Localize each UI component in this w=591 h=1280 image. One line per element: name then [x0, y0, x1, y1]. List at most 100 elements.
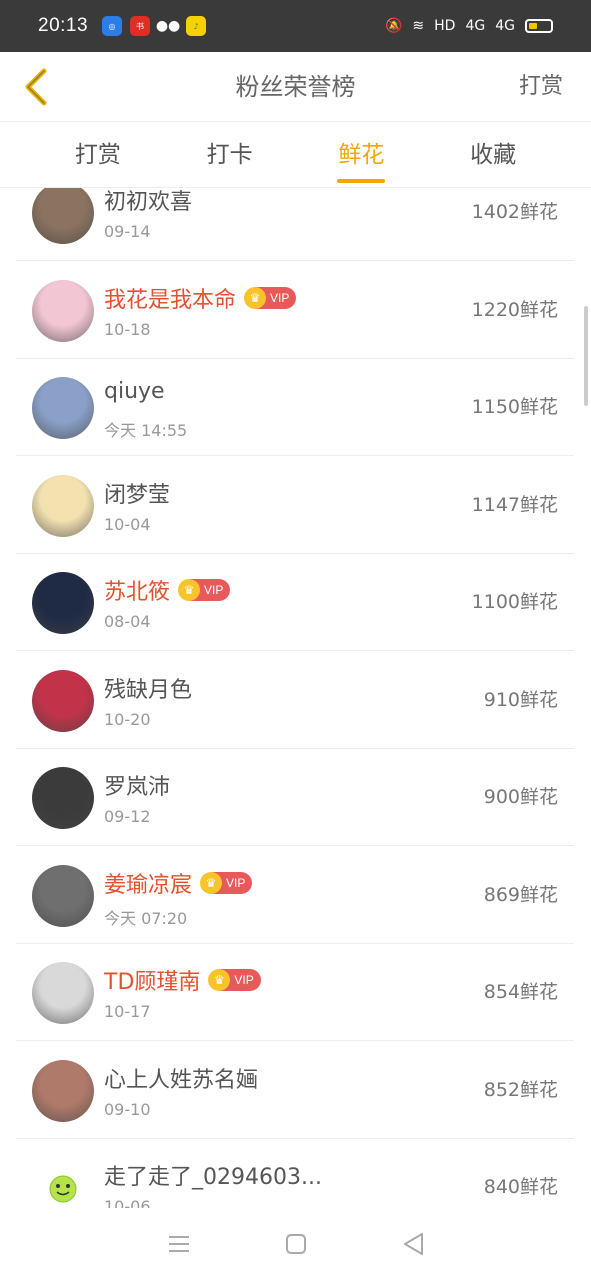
wifi-icon: ≋ [412, 18, 425, 34]
crown-icon: ♛ [178, 579, 201, 601]
vip-label: VIP [234, 973, 254, 987]
tab-flowers[interactable]: 鲜花 [296, 122, 428, 187]
fan-name: 闭梦莹 [104, 482, 171, 508]
vip-badge: ♛ VIP [208, 969, 261, 991]
redbook-app-icon: 书 [130, 16, 151, 36]
fan-date: 08-04 [104, 612, 151, 631]
scrollbar[interactable] [584, 306, 588, 406]
flower-amount: 869鲜花 [483, 883, 558, 906]
menu-button[interactable] [159, 1224, 199, 1264]
tab-reward[interactable]: 打赏 [32, 122, 164, 187]
flower-amount: 1100鲜花 [471, 591, 558, 613]
fan-name: 初初欢喜 [104, 190, 193, 215]
status-indicators: 🔕 ≋ HD 4G 4G [385, 18, 553, 34]
avatar[interactable] [32, 669, 94, 732]
home-square-icon [285, 1234, 306, 1254]
name-line: 心上人姓苏名婳 [104, 1062, 258, 1094]
crown-icon: ♛ [200, 871, 223, 894]
signal-1-label: 4G [465, 18, 486, 34]
fan-name: qiuye [104, 379, 165, 404]
fan-name: 苏北筱 [104, 580, 171, 605]
list-item[interactable]: 残缺月色 10-20 910鲜花 [16, 652, 574, 749]
name-line: 走了走了_0294603... [104, 1159, 322, 1191]
menu-icon [168, 1236, 189, 1252]
vip-label: VIP [204, 583, 224, 597]
list-item[interactable]: qiuye 今天 14:55 1150鲜花 [16, 359, 574, 456]
fan-date: 今天 14:55 [104, 421, 188, 440]
flower-amount: 1402鲜花 [471, 201, 558, 223]
avatar[interactable] [32, 279, 94, 342]
crown-icon: ♛ [208, 969, 231, 991]
name-line: 闭梦莹 [104, 477, 170, 509]
hd-label: HD [434, 18, 456, 34]
battery-icon [525, 19, 553, 33]
avatar[interactable] [32, 962, 94, 1024]
list-item[interactable]: 苏北筱 ♛ VIP 08-04 1100鲜花 [16, 554, 574, 651]
chevron-left-icon [25, 68, 47, 106]
flower-amount: 900鲜花 [483, 786, 558, 808]
name-line: 我花是我本命 ♛ VIP [104, 282, 297, 314]
vip-badge: ♛ VIP [178, 579, 231, 601]
back-nav-button[interactable] [393, 1224, 433, 1264]
back-button[interactable] [16, 66, 56, 108]
flower-amount: 854鲜花 [483, 981, 558, 1003]
home-button[interactable] [276, 1224, 316, 1264]
fan-date: 09-12 [104, 807, 151, 826]
list-item[interactable]: 姜瑜凉宸 ♛ VIP 今天 07:20 869鲜花 [16, 847, 574, 944]
reward-button[interactable]: 打赏 [519, 52, 563, 122]
tab-bar: 打赏 打卡 鲜花 收藏 [0, 122, 591, 188]
name-line: 姜瑜凉宸 ♛ VIP [104, 867, 253, 899]
name-line: 初初欢喜 [104, 188, 192, 216]
avatar[interactable] [32, 377, 94, 439]
list-item[interactable]: 心上人姓苏名婳 09-10 852鲜花 [16, 1042, 574, 1139]
fan-name: 心上人姓苏名婳 [104, 1067, 259, 1093]
avatar[interactable] [32, 767, 94, 829]
mute-icon: 🔕 [384, 18, 403, 34]
flower-amount: 840鲜花 [483, 1176, 558, 1198]
status-time: 20:13 [38, 15, 89, 36]
fan-date: 10-18 [104, 319, 151, 339]
avatar[interactable] [32, 572, 94, 634]
back-triangle-icon [403, 1233, 423, 1255]
fan-name: 残缺月色 [104, 677, 193, 703]
fan-name: 走了走了_0294603... [104, 1165, 322, 1190]
tab-checkin[interactable]: 打卡 [164, 122, 296, 187]
list-item[interactable]: 我花是我本命 ♛ VIP 10-18 1220鲜花 [16, 262, 574, 359]
list-item[interactable]: 走了走了_0294603... 10-06 840鲜花 [16, 1139, 574, 1208]
list-item[interactable]: 罗岚沛 09-12 900鲜花 [16, 749, 574, 846]
name-line: 残缺月色 [104, 672, 192, 704]
page-title: 粉丝荣誉榜 [235, 73, 356, 101]
avatar[interactable] [32, 474, 94, 537]
fan-ranking-list[interactable]: 初初欢喜 09-14 1402鲜花 我花是我本命 ♛ VIP 10-18 1220鲜花 qiuy… [0, 188, 591, 1208]
list-item[interactable]: TD顾瑾南 ♛ VIP 10-17 854鲜花 [16, 944, 574, 1041]
list-item[interactable]: 初初欢喜 09-14 1402鲜花 [16, 188, 574, 261]
avatar[interactable] [32, 864, 94, 927]
fan-date: 今天 07:20 [104, 908, 188, 928]
fan-name: 罗岚沛 [104, 775, 171, 800]
name-line: 苏北筱 ♛ VIP [104, 574, 231, 606]
tab-favorites[interactable]: 收藏 [427, 122, 559, 187]
status-app-icons: ◎ 书 ●● ♪ [102, 16, 207, 36]
smiley-icon [49, 1175, 77, 1203]
vip-badge: ♛ VIP [244, 286, 297, 309]
wechat-app-icon: ●● [155, 16, 181, 36]
fan-date: 09-14 [104, 222, 151, 241]
vip-label: VIP [226, 875, 246, 890]
signal-2-label: 4G [495, 18, 515, 34]
name-line: TD顾瑾南 ♛ VIP [104, 964, 261, 996]
flower-amount: 1150鲜花 [471, 396, 558, 418]
fan-name: 我花是我本命 [104, 287, 237, 313]
qqmusic-app-icon: ♪ [186, 16, 207, 36]
status-bar: 20:13 ◎ 书 ●● ♪ 🔕 ≋ HD 4G 4G [0, 0, 591, 52]
avatar[interactable] [32, 1157, 94, 1208]
avatar[interactable] [32, 188, 94, 244]
flower-amount: 852鲜花 [483, 1078, 558, 1101]
flower-amount: 1220鲜花 [471, 298, 558, 321]
avatar[interactable] [32, 1059, 94, 1122]
fan-date: 09-10 [104, 1099, 151, 1119]
fan-date: 10-06 [104, 1197, 151, 1208]
list-item[interactable]: 闭梦莹 10-04 1147鲜花 [16, 457, 574, 554]
system-nav-bar [0, 1208, 591, 1280]
header: 粉丝荣誉榜 打赏 [0, 52, 591, 122]
fan-date: 10-04 [104, 514, 151, 534]
